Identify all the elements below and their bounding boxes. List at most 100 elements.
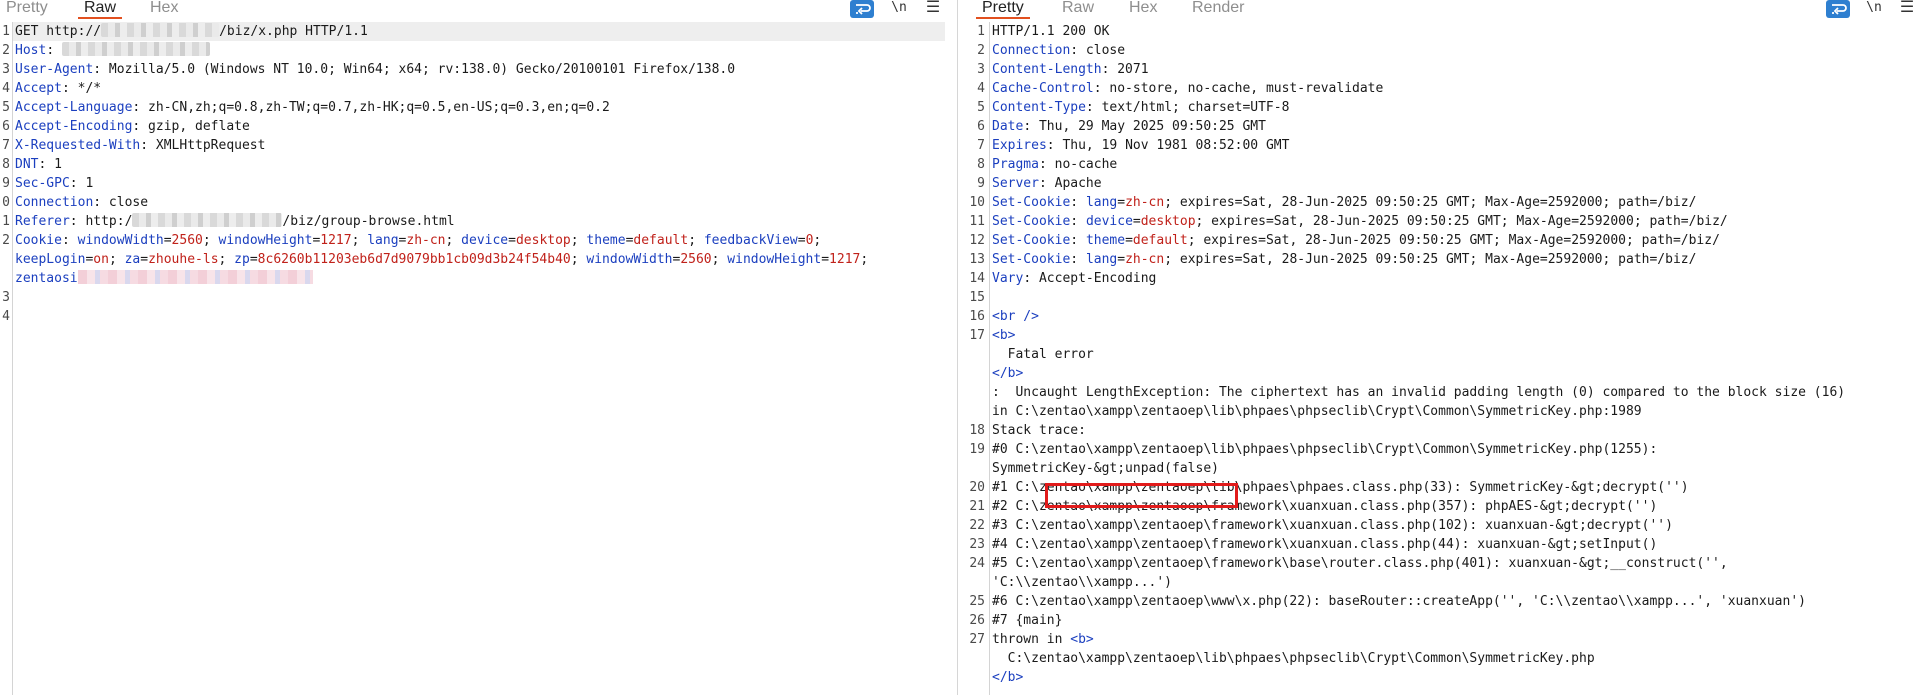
header-sec-gpc: Sec-GPC: 1 [15,176,94,191]
body-line: #2 C:\zentao\xampp\zentaoep\framework\xu… [992,499,1658,514]
body-line: : Uncaught LengthException: The cipherte… [992,385,1846,400]
header-cookie: Cookie: windowWidth=2560; windowHeight=1… [15,233,822,248]
header-accept: Accept: */* [15,81,102,96]
line-number: 8 [2,157,10,172]
request-tab-hex[interactable]: Hex [144,0,184,19]
line-number: 16 [969,309,985,324]
header-referer: Referer: http://biz/group-browse.html [15,213,455,229]
header-dnt: DNT: 1 [15,157,62,172]
line-number: 0 [2,195,10,210]
body-line: <br /> [992,309,1039,324]
line-number: 11 [969,214,985,229]
request-tab-pretty[interactable]: Pretty [0,0,54,19]
set-cookie-header: Set-Cookie: lang=zh-cn; expires=Sat, 28-… [992,195,1697,210]
body-line: #7 {main} [992,613,1063,628]
line-number: 6 [977,119,985,134]
hamburger-menu-icon[interactable]: ☰ [1898,0,1916,18]
response-pane: Pretty Raw Hex Render \n ☰ 1 2 3 4 5 6 7… [960,0,1920,695]
response-header: Expires: Thu, 19 Nov 1981 08:52:00 GMT [992,138,1290,153]
gutter-divider [989,22,990,695]
line-number: 5 [977,100,985,115]
line-number: 2 [2,43,10,58]
header-accept-encoding: Accept-Encoding: gzip, deflate [15,119,250,134]
line-number: 1 [2,24,10,39]
set-cookie-header: Set-Cookie: lang=zh-cn; expires=Sat, 28-… [992,252,1697,267]
line-number: 27 [969,632,985,647]
body-line: 'C:\\zentao\\xampp...') [992,575,1173,590]
request-line: GET http:///biz/x.php HTTP/1.1 [15,23,368,39]
header-cookie-cont: keepLogin=on; za=zhouhe-ls; zp=8c6260b11… [15,252,869,267]
body-line: #3 C:\zentao\xampp\zentaoep\framework\xu… [992,518,1673,533]
header-cookie-cont: zentaosi [15,269,313,288]
line-number: 13 [969,252,985,267]
response-tabbar: Pretty Raw Hex Render \n ☰ [960,0,1920,19]
body-line: #5 C:\zentao\xampp\zentaoep\framework\ba… [992,556,1728,571]
response-header: Vary: Accept-Encoding [992,271,1157,286]
body-line: #6 C:\zentao\xampp\zentaoep\www\x.php(22… [992,594,1806,609]
set-cookie-header: Set-Cookie: device=desktop; expires=Sat,… [992,214,1728,229]
response-editor[interactable]: 1 2 3 4 5 6 7 8 9 10 11 12 13 14 15 16 1… [960,22,1920,695]
header-user-agent: User-Agent: Mozilla/5.0 (Windows NT 10.0… [15,62,736,77]
line-number: 10 [969,195,985,210]
header-accept-language: Accept-Language: zh-CN,zh;q=0.8,zh-TW;q=… [15,100,610,115]
gutter-divider [12,22,13,695]
body-line: #1 C:\zentao\xampp\zentaoep\lib\phpaes\p… [992,480,1689,495]
request-tabbar: Pretty Raw Hex \n ☰ [0,0,957,19]
line-number: 15 [969,290,985,305]
body-line: Fatal error [992,347,1094,362]
response-header: Content-Type: text/html; charset=UTF-8 [992,100,1290,115]
body-line: </b> [992,366,1024,381]
response-tab-raw[interactable]: Raw [1056,0,1100,19]
line-number: 6 [2,119,10,134]
line-number: 25 [969,594,985,609]
body-line: #0 C:\zentao\xampp\zentaoep\lib\phpaes\p… [992,442,1658,457]
line-number: 21 [969,499,985,514]
response-header: Server: Apache [992,176,1102,191]
line-number: 23 [969,537,985,552]
line-number: 12 [969,233,985,248]
response-tab-render[interactable]: Render [1186,0,1250,19]
set-cookie-header: Set-Cookie: theme=default; expires=Sat, … [992,233,1720,248]
line-number: 3 [2,62,10,77]
response-header: Cache-Control: no-store, no-cache, must-… [992,81,1384,96]
newline-toggle-icon[interactable]: \n [890,0,908,18]
line-number: 1 [977,24,985,39]
request-tab-raw[interactable]: Raw [78,0,123,19]
line-number: 2 [977,43,985,58]
line-number: 4 [2,309,10,324]
header-x-requested-with: X-Requested-With: XMLHttpRequest [15,138,266,153]
header-host: Host: [15,41,210,60]
header-connection: Connection: close [15,195,149,210]
response-header: Content-Length: 2071 [992,62,1149,77]
body-line: </b> [992,670,1024,685]
newline-toggle-icon[interactable]: \n [1865,0,1883,18]
line-number: 2 [2,233,10,248]
word-wrap-icon[interactable] [1826,0,1850,18]
line-number: 9 [2,176,10,191]
line-number: 22 [969,518,985,533]
hamburger-menu-icon[interactable]: ☰ [924,0,942,18]
body-line: #4 C:\zentao\xampp\zentaoep\framework\xu… [992,537,1658,552]
body-line: Stack trace: [992,423,1086,438]
line-number: 20 [969,480,985,495]
body-line: C:\zentao\xampp\zentaoep\lib\phpaes\phps… [992,651,1595,666]
line-number: 18 [969,423,985,438]
request-pane: Pretty Raw Hex \n ☰ 1 2 3 4 5 6 7 8 9 0 … [0,0,958,695]
line-number: 4 [2,81,10,96]
line-number: 7 [2,138,10,153]
response-tab-hex[interactable]: Hex [1123,0,1163,19]
body-line: in C:\zentao\xampp\zentaoep\lib\phpaes\p… [992,404,1642,419]
response-header: Date: Thu, 29 May 2025 09:50:25 GMT [992,119,1266,134]
line-number: 5 [2,100,10,115]
body-line: SymmetricKey-&gt;unpad(false) [992,461,1219,476]
line-number: 19 [969,442,985,457]
response-header: Pragma: no-cache [992,157,1118,172]
response-tab-pretty[interactable]: Pretty [976,0,1030,19]
line-number: 14 [969,271,985,286]
status-line: HTTP/1.1 200 OK [992,24,1110,39]
response-header: Connection: close [992,43,1126,58]
line-number: 8 [977,157,985,172]
request-editor[interactable]: 1 2 3 4 5 6 7 8 9 0 1 2 3 4 GET http:///… [0,22,957,695]
word-wrap-icon[interactable] [850,0,874,18]
line-number: 9 [977,176,985,191]
